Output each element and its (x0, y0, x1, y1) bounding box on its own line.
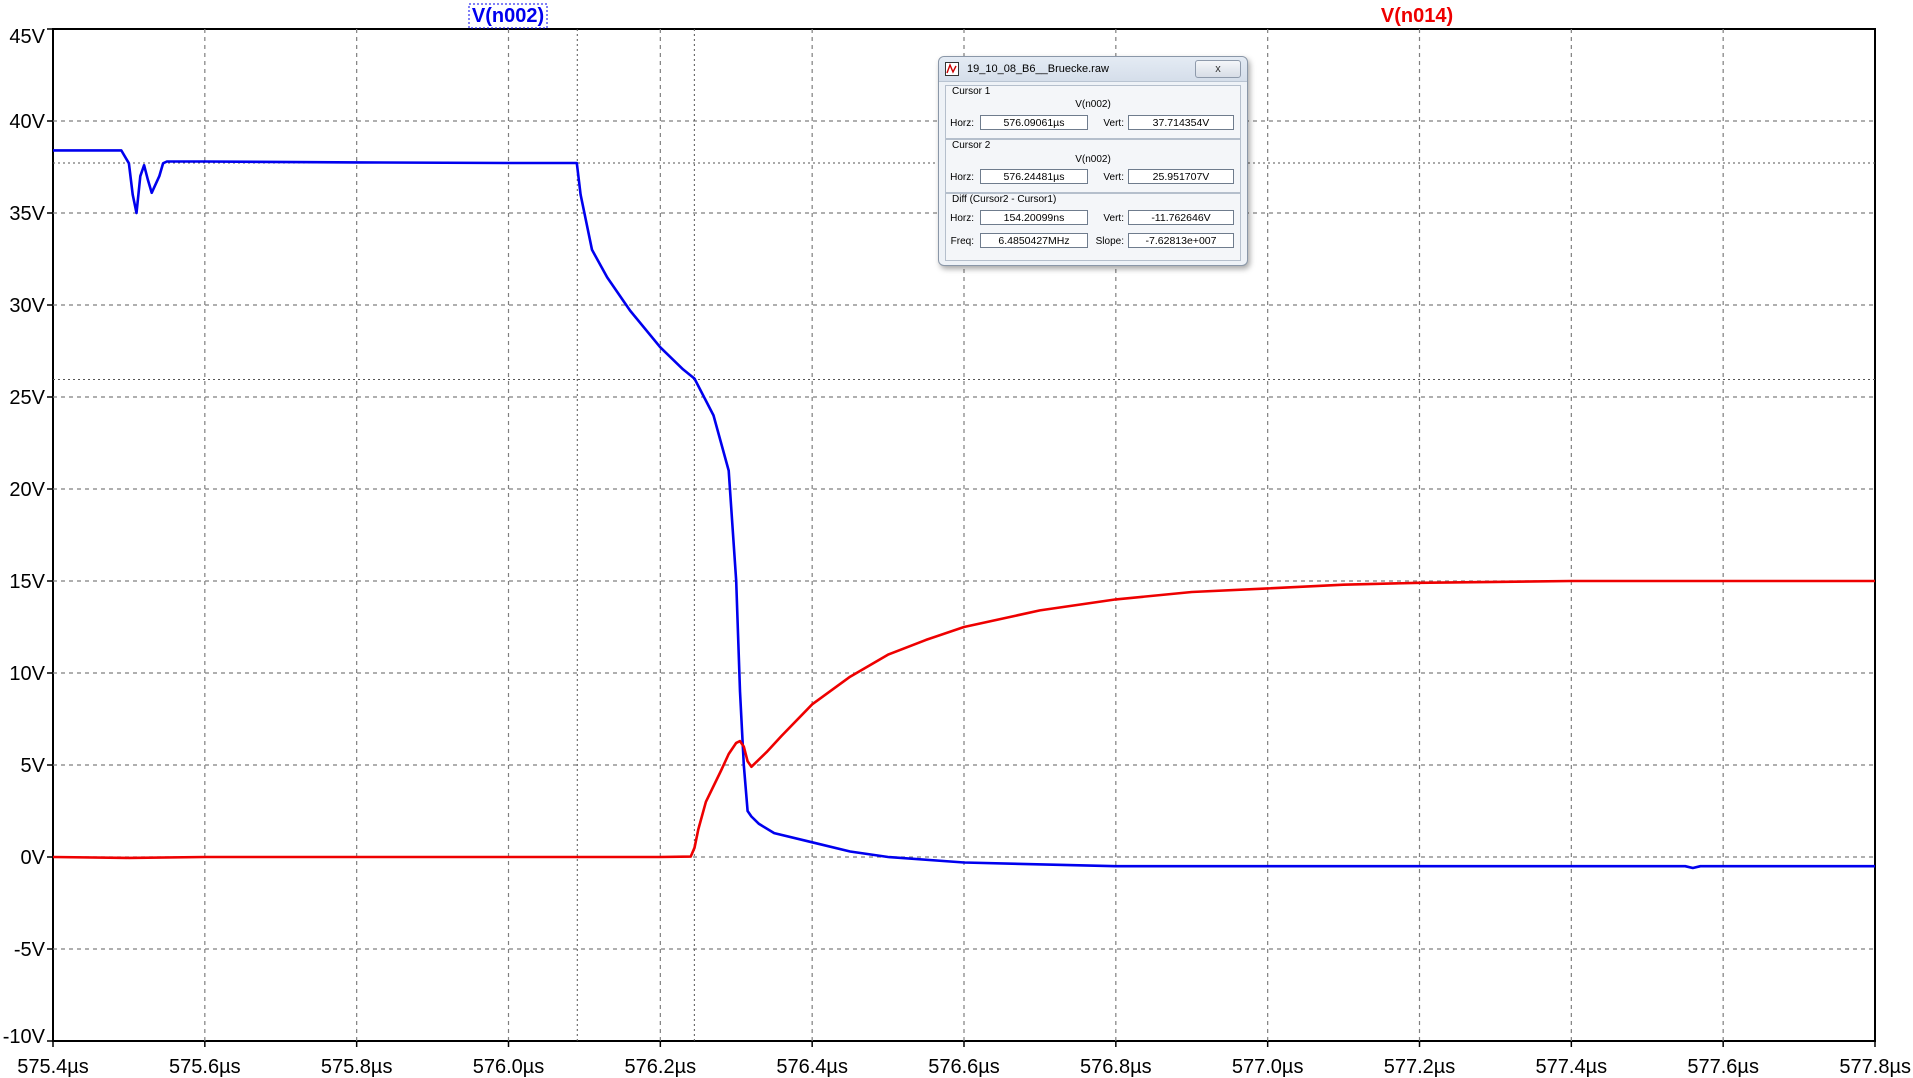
diff-vert-label: Vert: (1103, 213, 1124, 224)
x-tick-label: 577.4µs (1536, 1056, 1608, 1078)
series-label-v-n014[interactable]: V(n014) (1381, 5, 1453, 27)
cursor1-heading: Cursor 1 (952, 86, 991, 97)
diff-heading: Diff (Cursor2 - Cursor1) (952, 194, 1057, 205)
diff-group: Diff (Cursor2 - Cursor1) Horz: 154.20099… (945, 193, 1241, 261)
diff-slope-field[interactable]: -7.62813e+007 (1128, 233, 1234, 248)
y-tick-label: 30V (9, 295, 45, 317)
x-tick-label: 576.4µs (776, 1056, 848, 1078)
waveform-app-icon (945, 62, 959, 76)
x-tick-label: 577.6µs (1687, 1056, 1759, 1078)
cursor1-horz-label: Horz: (950, 118, 974, 129)
window-title: 19_10_08_B6__Bruecke.raw (967, 63, 1109, 75)
cursor-readout-window[interactable]: 19_10_08_B6__Bruecke.raw x Cursor 1 V(n0… (938, 56, 1248, 266)
cursor2-horz-label: Horz: (950, 172, 974, 183)
x-tick-label: 575.6µs (169, 1056, 241, 1078)
y-tick-label: 45V (9, 26, 45, 48)
diff-horz-field[interactable]: 154.20099ns (980, 210, 1088, 225)
y-tick-label: 5V (21, 755, 46, 777)
diff-freq-field[interactable]: 6.4850427MHz (980, 233, 1088, 248)
x-tick-label: 576.2µs (625, 1056, 697, 1078)
cursor1-vert-field[interactable]: 37.714354V (1128, 115, 1234, 130)
cursor1-group: Cursor 1 V(n002) Horz: 576.09061µs Vert:… (945, 85, 1241, 139)
x-tick-label: 576.6µs (928, 1056, 1000, 1078)
x-axis: 575.4µs 575.6µs 575.8µs 576.0µs 576.2µs 576.4… (17, 1041, 1911, 1078)
cursor2-heading: Cursor 2 (952, 140, 991, 151)
cursor2-vert-field[interactable]: 25.951707V (1128, 169, 1234, 184)
x-tick-label: 577.0µs (1232, 1056, 1304, 1078)
x-tick-label: 575.8µs (321, 1056, 393, 1078)
cursor2-group: Cursor 2 V(n002) Horz: 576.24481µs Vert:… (945, 139, 1241, 193)
diff-freq-label: Freq: (950, 236, 974, 247)
y-tick-label: 35V (9, 203, 45, 225)
x-tick-label: 577.2µs (1384, 1056, 1456, 1078)
close-button[interactable]: x (1195, 60, 1241, 78)
y-tick-label: -10V (3, 1026, 46, 1048)
y-tick-label: 20V (9, 479, 45, 501)
cursor1-trace: V(n002) (1075, 99, 1111, 110)
x-tick-label: 575.4µs (17, 1056, 89, 1078)
diff-horz-label: Horz: (950, 213, 974, 224)
cursor2-horz-field[interactable]: 576.24481µs (980, 169, 1088, 184)
y-tick-label: 40V (9, 111, 45, 133)
close-icon: x (1215, 63, 1221, 75)
cursor2-trace: V(n002) (1075, 154, 1111, 165)
y-tick-label: 10V (9, 663, 45, 685)
x-tick-label: 576.0µs (473, 1056, 545, 1078)
cursor2-vert-label: Vert: (1103, 172, 1124, 183)
diff-vert-field[interactable]: -11.762646V (1128, 210, 1234, 225)
x-tick-label: 576.8µs (1080, 1056, 1152, 1078)
series-label-v-n002[interactable]: V(n002) (472, 5, 544, 27)
y-tick-label: -5V (14, 939, 46, 961)
window-titlebar[interactable]: 19_10_08_B6__Bruecke.raw x (939, 57, 1247, 82)
y-tick-label: 0V (21, 847, 46, 869)
diff-slope-label: Slope: (1095, 236, 1124, 247)
y-tick-label: 25V (9, 387, 45, 409)
x-tick-label: 577.8µs (1839, 1056, 1911, 1078)
y-axis: 45V 40V 35V 30V 25V 20V 15V 10V 5V 0V -5V -10V (3, 26, 53, 1048)
cursor1-vert-label: Vert: (1103, 118, 1124, 129)
y-tick-label: 15V (9, 571, 45, 593)
cursor1-horz-field[interactable]: 576.09061µs (980, 115, 1088, 130)
